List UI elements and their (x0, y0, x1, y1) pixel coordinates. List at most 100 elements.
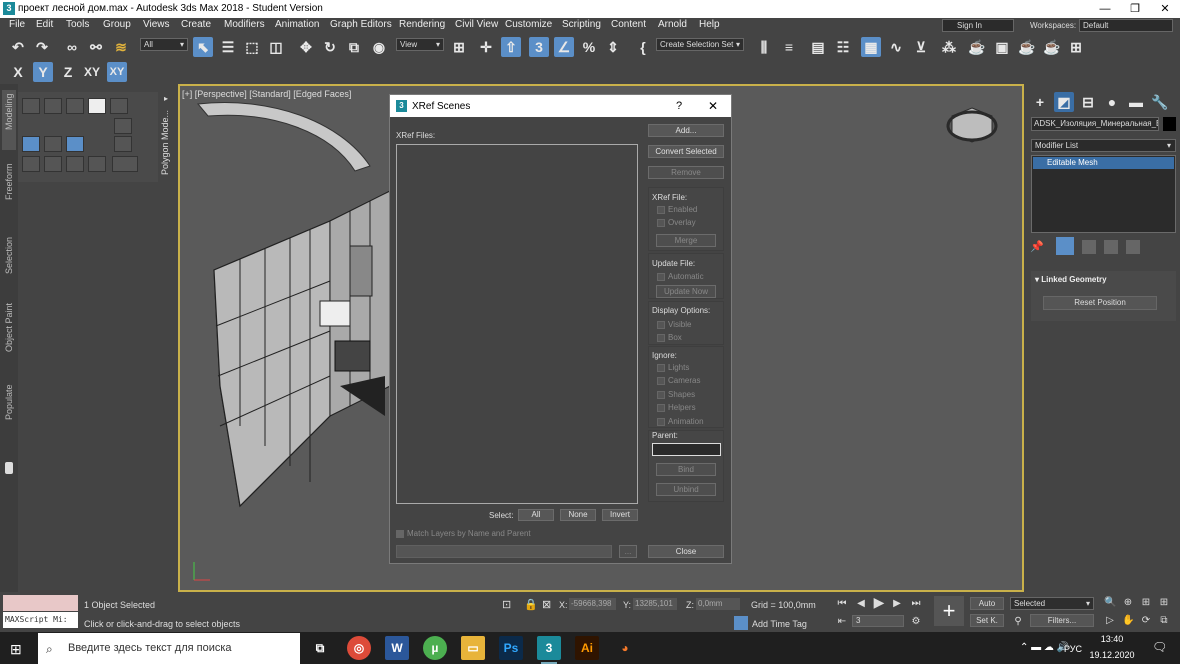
time-config-icon[interactable]: ⚙ (910, 616, 922, 628)
modifier-list-dropdown[interactable]: Modifier List ▾ (1031, 139, 1176, 152)
keyboard-shortcut-icon[interactable]: ⇧ (501, 37, 521, 57)
object-color-swatch[interactable] (1163, 117, 1176, 131)
menu-civil-view[interactable]: Civil View (455, 19, 498, 30)
visible-checkbox[interactable]: Visible (657, 320, 691, 329)
menu-group[interactable]: Group (103, 19, 131, 30)
minimize-button[interactable]: — (1090, 0, 1120, 18)
menu-animation[interactable]: Animation (275, 19, 319, 30)
collapse-arrow-icon[interactable]: ▸ (164, 94, 172, 103)
polygon-mode-tab[interactable]: Polygon Mode... (160, 95, 174, 175)
close-dialog-button[interactable]: Close (648, 545, 724, 558)
menu-tools[interactable]: Tools (66, 19, 89, 30)
current-frame-field[interactable]: 3 (852, 615, 904, 627)
render-production-icon[interactable]: ☕ (1017, 37, 1037, 57)
axis-z-button[interactable]: Z (58, 62, 78, 82)
link-icon[interactable]: ∞ (62, 37, 82, 57)
ring-select-icon[interactable] (114, 118, 132, 134)
key-selection-dropdown[interactable]: Selected (1010, 597, 1094, 610)
loop-select-icon[interactable] (114, 136, 132, 152)
auto-key-button[interactable]: Auto (970, 597, 1004, 610)
next-frame-icon[interactable]: ▶ (891, 598, 903, 610)
place-icon[interactable]: ◉ (369, 37, 389, 57)
render-setup-icon[interactable]: ☕ (967, 37, 987, 57)
make-unique-icon[interactable] (1082, 240, 1096, 254)
window-crossing-icon[interactable]: ◫ (266, 37, 286, 57)
render-iterative-icon[interactable]: ☕ (1042, 37, 1062, 57)
angle-snap-icon[interactable]: ∠ (554, 37, 574, 57)
select-by-name-icon[interactable]: ☰ (218, 37, 238, 57)
windows-start-icon[interactable]: ⊞ (10, 641, 26, 657)
selection-lock-icon[interactable]: ⊡ (502, 598, 511, 611)
xref-files-list[interactable] (396, 144, 638, 504)
display-tab-icon[interactable]: ▬ (1126, 92, 1146, 112)
region-select-icon[interactable]: ⬚ (242, 37, 262, 57)
render-online-icon[interactable]: ⊞ (1066, 37, 1086, 57)
task-view-icon[interactable]: ⧉ (308, 636, 332, 660)
menu-modifiers[interactable]: Modifiers (224, 19, 265, 30)
redo-icon[interactable]: ↷ (32, 37, 52, 57)
ignore-backfacing-icon[interactable] (44, 156, 62, 172)
spinner-snap-icon[interactable]: ⇕ (603, 37, 623, 57)
workspaces-dropdown[interactable]: Default (1079, 19, 1173, 32)
key-mode-icon[interactable]: ⇤ (836, 616, 848, 628)
file-explorer-icon[interactable]: ▭ (461, 636, 485, 660)
close-button[interactable]: ✕ (1150, 0, 1180, 18)
pin-stack-icon[interactable] (66, 136, 84, 152)
shrink-select-icon[interactable] (112, 156, 138, 172)
utorrent-icon[interactable]: µ (423, 636, 447, 660)
zoom-all-icon[interactable]: ⊕ (1122, 597, 1134, 609)
key-filters-icon[interactable]: ⚲ (1012, 616, 1024, 628)
3dsmax-icon[interactable]: 3 (537, 636, 561, 660)
element-icon[interactable] (110, 98, 128, 114)
update-now-button[interactable]: Update Now (656, 285, 716, 298)
modify-tab-icon[interactable]: ◩ (1054, 92, 1074, 112)
orbit-icon[interactable]: ⟳ (1140, 615, 1152, 627)
stack-item-editable-mesh[interactable]: Editable Mesh (1033, 157, 1174, 169)
configure-sets-icon[interactable] (1126, 240, 1140, 254)
select-none-button[interactable]: None (560, 509, 596, 521)
ignore-helpers-checkbox[interactable]: Helpers (657, 403, 696, 412)
dialog-close-icon[interactable]: ✕ (708, 99, 718, 113)
edit-named-sets-icon[interactable]: { (633, 37, 653, 57)
maximize-viewport-icon[interactable]: ⧉ (1158, 615, 1170, 627)
tab-selection[interactable]: Selection (4, 237, 14, 274)
tab-modeling[interactable]: Modeling (4, 93, 14, 130)
remove-button[interactable]: Remove (648, 166, 724, 179)
layer-explorer-icon[interactable]: ☷ (833, 37, 853, 57)
move-icon[interactable]: ✥ (296, 37, 316, 57)
browse-button[interactable]: ... (619, 545, 637, 558)
ignore-cameras-checkbox[interactable]: Cameras (657, 376, 700, 385)
axis-xy-cycle-button[interactable]: XY (107, 62, 127, 82)
zoom-icon[interactable]: 🔍 (1104, 597, 1116, 609)
pin-stack-icon[interactable]: 📌 (1030, 240, 1046, 254)
overlay-checkbox[interactable]: Overlay (657, 218, 696, 227)
convert-selected-button[interactable]: Convert Selected (648, 145, 724, 158)
tab-populate[interactable]: Populate (4, 384, 14, 420)
blender-icon[interactable]: ◕ (613, 636, 637, 660)
add-time-tag[interactable]: Add Time Tag (752, 619, 807, 629)
utilities-tab-icon[interactable]: 🔧 (1150, 92, 1170, 112)
menu-views[interactable]: Views (143, 19, 170, 30)
ribbon-toggle-icon[interactable]: ▦ (861, 37, 881, 57)
go-to-start-icon[interactable]: ⏮ (836, 598, 848, 610)
bind-space-warp-icon[interactable]: ≋ (111, 37, 131, 57)
grow-select-icon[interactable] (88, 156, 106, 172)
scene-explorer-icon[interactable]: ▤ (808, 37, 828, 57)
help-button[interactable]: ? (676, 100, 682, 112)
zoom-extents-all-icon[interactable]: ⊞ (1158, 597, 1170, 609)
rotate-icon[interactable]: ↻ (320, 37, 340, 57)
maxscript-mini[interactable]: MAXScript Mi: (3, 612, 78, 628)
sign-in-dropdown[interactable]: Sign In (942, 19, 1014, 32)
x-coordinate-field[interactable]: -59668,398 (569, 598, 616, 610)
rendered-frame-icon[interactable]: ▣ (992, 37, 1012, 57)
reset-position-button[interactable]: Reset Position (1043, 296, 1157, 310)
select-all-button[interactable]: All (518, 509, 554, 521)
go-to-end-icon[interactable]: ⏭ (910, 598, 922, 610)
tray-icons[interactable]: ⌃ ▬ ☁ 🔊 (1020, 642, 1069, 653)
selection-preview-icon[interactable] (66, 156, 84, 172)
tab-object-paint[interactable]: Object Paint (4, 303, 14, 352)
menu-create[interactable]: Create (181, 19, 211, 30)
photoshop-icon[interactable]: Ps (499, 636, 523, 660)
zoom-extents-icon[interactable]: ⊞ (1140, 597, 1152, 609)
modifier-stack[interactable]: Editable Mesh (1031, 155, 1176, 233)
